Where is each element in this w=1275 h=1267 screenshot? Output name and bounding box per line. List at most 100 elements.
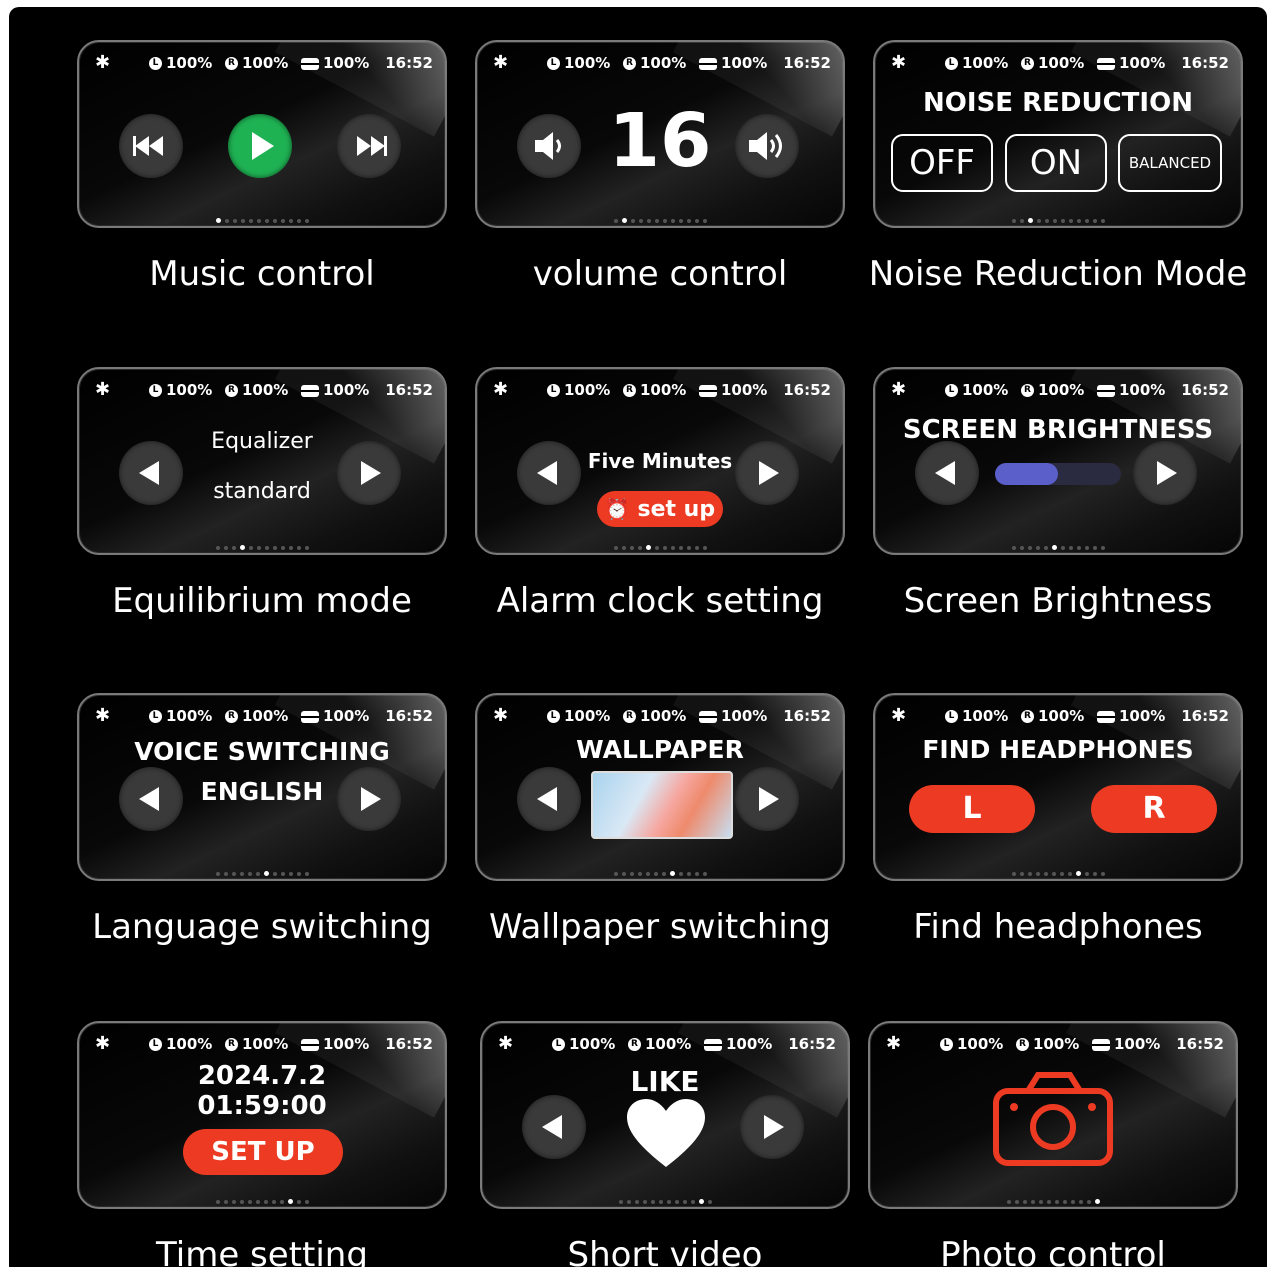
- page-dot: [1027, 545, 1032, 550]
- caption: Wallpaper switching: [489, 907, 831, 947]
- left-earbud-icon: L: [552, 1038, 565, 1051]
- brightness-slider[interactable]: [995, 463, 1121, 485]
- battery-right: 100%: [242, 707, 289, 725]
- page-dot: [645, 871, 650, 876]
- screen-language[interactable]: ✱ L 100% R 100% 100% 16:52 VOICE SWITCHING…: [77, 693, 447, 881]
- page-dot: [654, 218, 659, 223]
- arrow-right-icon: [1157, 461, 1177, 485]
- arrow-left-icon: [542, 1115, 562, 1139]
- page-dot: [264, 218, 269, 223]
- left-earbud-icon: L: [547, 57, 560, 70]
- page-dot: [271, 1199, 276, 1204]
- battery-case: 100%: [1119, 381, 1166, 399]
- page-dot: [658, 1199, 663, 1204]
- page-dots: [875, 863, 1241, 876]
- battery-left: 100%: [166, 54, 213, 72]
- page-dot: [1054, 1199, 1059, 1204]
- next-button[interactable]: [337, 441, 401, 505]
- case-icon: [704, 1038, 722, 1051]
- screen-volume[interactable]: ✱ L 100% R 100% 100% 16:52 16: [475, 40, 845, 228]
- page-dot: [650, 1199, 655, 1204]
- status-bar: ✱ L 100% R 100% 100% 16:52: [482, 1033, 848, 1057]
- page-dot: [694, 218, 699, 223]
- anc-on-option[interactable]: ON: [1005, 134, 1107, 192]
- alarm-set-up-button[interactable]: ⏰ set up: [597, 491, 723, 527]
- screen-wallpaper[interactable]: ✱ L 100% R 100% 100% 16:52 WALLPAPER: [475, 693, 845, 881]
- battery-left: 100%: [962, 707, 1009, 725]
- page-dot: [240, 218, 245, 223]
- arrow-left-icon: [537, 787, 557, 811]
- case-icon: [699, 710, 717, 723]
- right-earbud-icon: R: [628, 1038, 641, 1051]
- case-icon: [699, 57, 717, 70]
- rewind-button[interactable]: [119, 114, 183, 178]
- screen-find-headphones[interactable]: ✱ L 100% R 100% 100% 16:52 FIND HEADPHONES…: [873, 693, 1243, 881]
- page-dots: [875, 537, 1241, 550]
- anc-off-option[interactable]: OFF: [891, 134, 993, 192]
- battery-right: 100%: [1038, 381, 1085, 399]
- heart-icon[interactable]: [625, 1097, 707, 1169]
- screen-equalizer[interactable]: ✱ L 100% R 100% 100% 16:52 Equalizer stand…: [77, 367, 447, 555]
- find-right-button[interactable]: R: [1091, 785, 1217, 833]
- bluetooth-icon: ✱: [498, 1033, 514, 1054]
- screen-time-setting[interactable]: ✱ L 100% R 100% 100% 16:52 2024.7.2 01:59:…: [77, 1021, 447, 1209]
- time-set-up-button[interactable]: SET UP: [183, 1129, 343, 1175]
- case-icon: [699, 384, 717, 397]
- anc-balanced-option[interactable]: BALANCED: [1118, 134, 1222, 192]
- page-dot: [613, 871, 618, 876]
- volume-up-button[interactable]: [735, 114, 799, 178]
- battery-right: 100%: [1033, 1035, 1080, 1053]
- left-earbud-icon: L: [149, 710, 162, 723]
- next-video-button[interactable]: [740, 1095, 804, 1159]
- next-button[interactable]: [337, 767, 401, 831]
- right-earbud-icon: R: [1021, 57, 1034, 70]
- page-dot: [288, 871, 293, 876]
- previous-video-button[interactable]: [522, 1095, 586, 1159]
- play-button[interactable]: [228, 114, 292, 178]
- page-dot: [662, 545, 667, 550]
- page-dot: [304, 1199, 309, 1204]
- page-dot: [1036, 218, 1041, 223]
- page-dot: [304, 871, 309, 876]
- battery-left: 100%: [564, 54, 611, 72]
- page-dot: [239, 1199, 244, 1204]
- page-dot: [1019, 218, 1024, 223]
- page-dot: [666, 1199, 671, 1204]
- brightness-down-button[interactable]: [915, 441, 979, 505]
- page-dot: [224, 218, 229, 223]
- screen-short-video[interactable]: ✱ L 100% R 100% 100% 16:52 LIKE: [480, 1021, 850, 1209]
- wallpaper-title: WALLPAPER: [576, 735, 744, 764]
- caption: Language switching: [92, 907, 432, 947]
- battery-case: 100%: [1119, 707, 1166, 725]
- battery-right: 100%: [645, 1035, 692, 1053]
- screen-brightness[interactable]: ✱ L 100% R 100% 100% 16:52 SCREEN BRIGHTNE…: [873, 367, 1243, 555]
- arrow-right-icon: [764, 1115, 784, 1139]
- screen-photo-control[interactable]: ✱ L 100% R 100% 100% 16:52: [868, 1021, 1238, 1209]
- page-dot: [618, 1199, 623, 1204]
- camera-icon[interactable]: [990, 1069, 1116, 1169]
- previous-button[interactable]: [517, 767, 581, 831]
- screen-music[interactable]: ✱ L 100% R 100% 100% 16:52: [77, 40, 447, 228]
- next-button[interactable]: [735, 441, 799, 505]
- wallpaper-thumbnail[interactable]: [591, 771, 733, 839]
- case-icon: [1097, 384, 1115, 397]
- page-dot: [661, 871, 666, 876]
- page-dot: [1044, 218, 1049, 223]
- page-dot: [637, 871, 642, 876]
- right-earbud-icon: R: [623, 57, 636, 70]
- alarm-clock-icon: ⏰: [604, 497, 630, 521]
- brightness-up-button[interactable]: [1133, 441, 1197, 505]
- fast-forward-button[interactable]: [337, 114, 401, 178]
- battery-left: 100%: [569, 1035, 616, 1053]
- page-dot-active: [215, 218, 221, 223]
- page-dot: [613, 218, 618, 223]
- screen-alarm[interactable]: ✱ L 100% R 100% 100% 16:52 Five Minutes ⏰ …: [475, 367, 845, 555]
- screen-noise-reduction[interactable]: ✱ L 100% R 100% 100% 16:52 NOISE REDUCTION…: [873, 40, 1243, 228]
- find-left-button[interactable]: L: [909, 785, 1035, 833]
- page-dot-active: [1075, 871, 1081, 876]
- page-dot: [272, 218, 277, 223]
- battery-case: 100%: [726, 1035, 773, 1053]
- next-button[interactable]: [735, 767, 799, 831]
- page-dot: [1014, 1199, 1019, 1204]
- page-dot-active: [698, 1199, 704, 1204]
